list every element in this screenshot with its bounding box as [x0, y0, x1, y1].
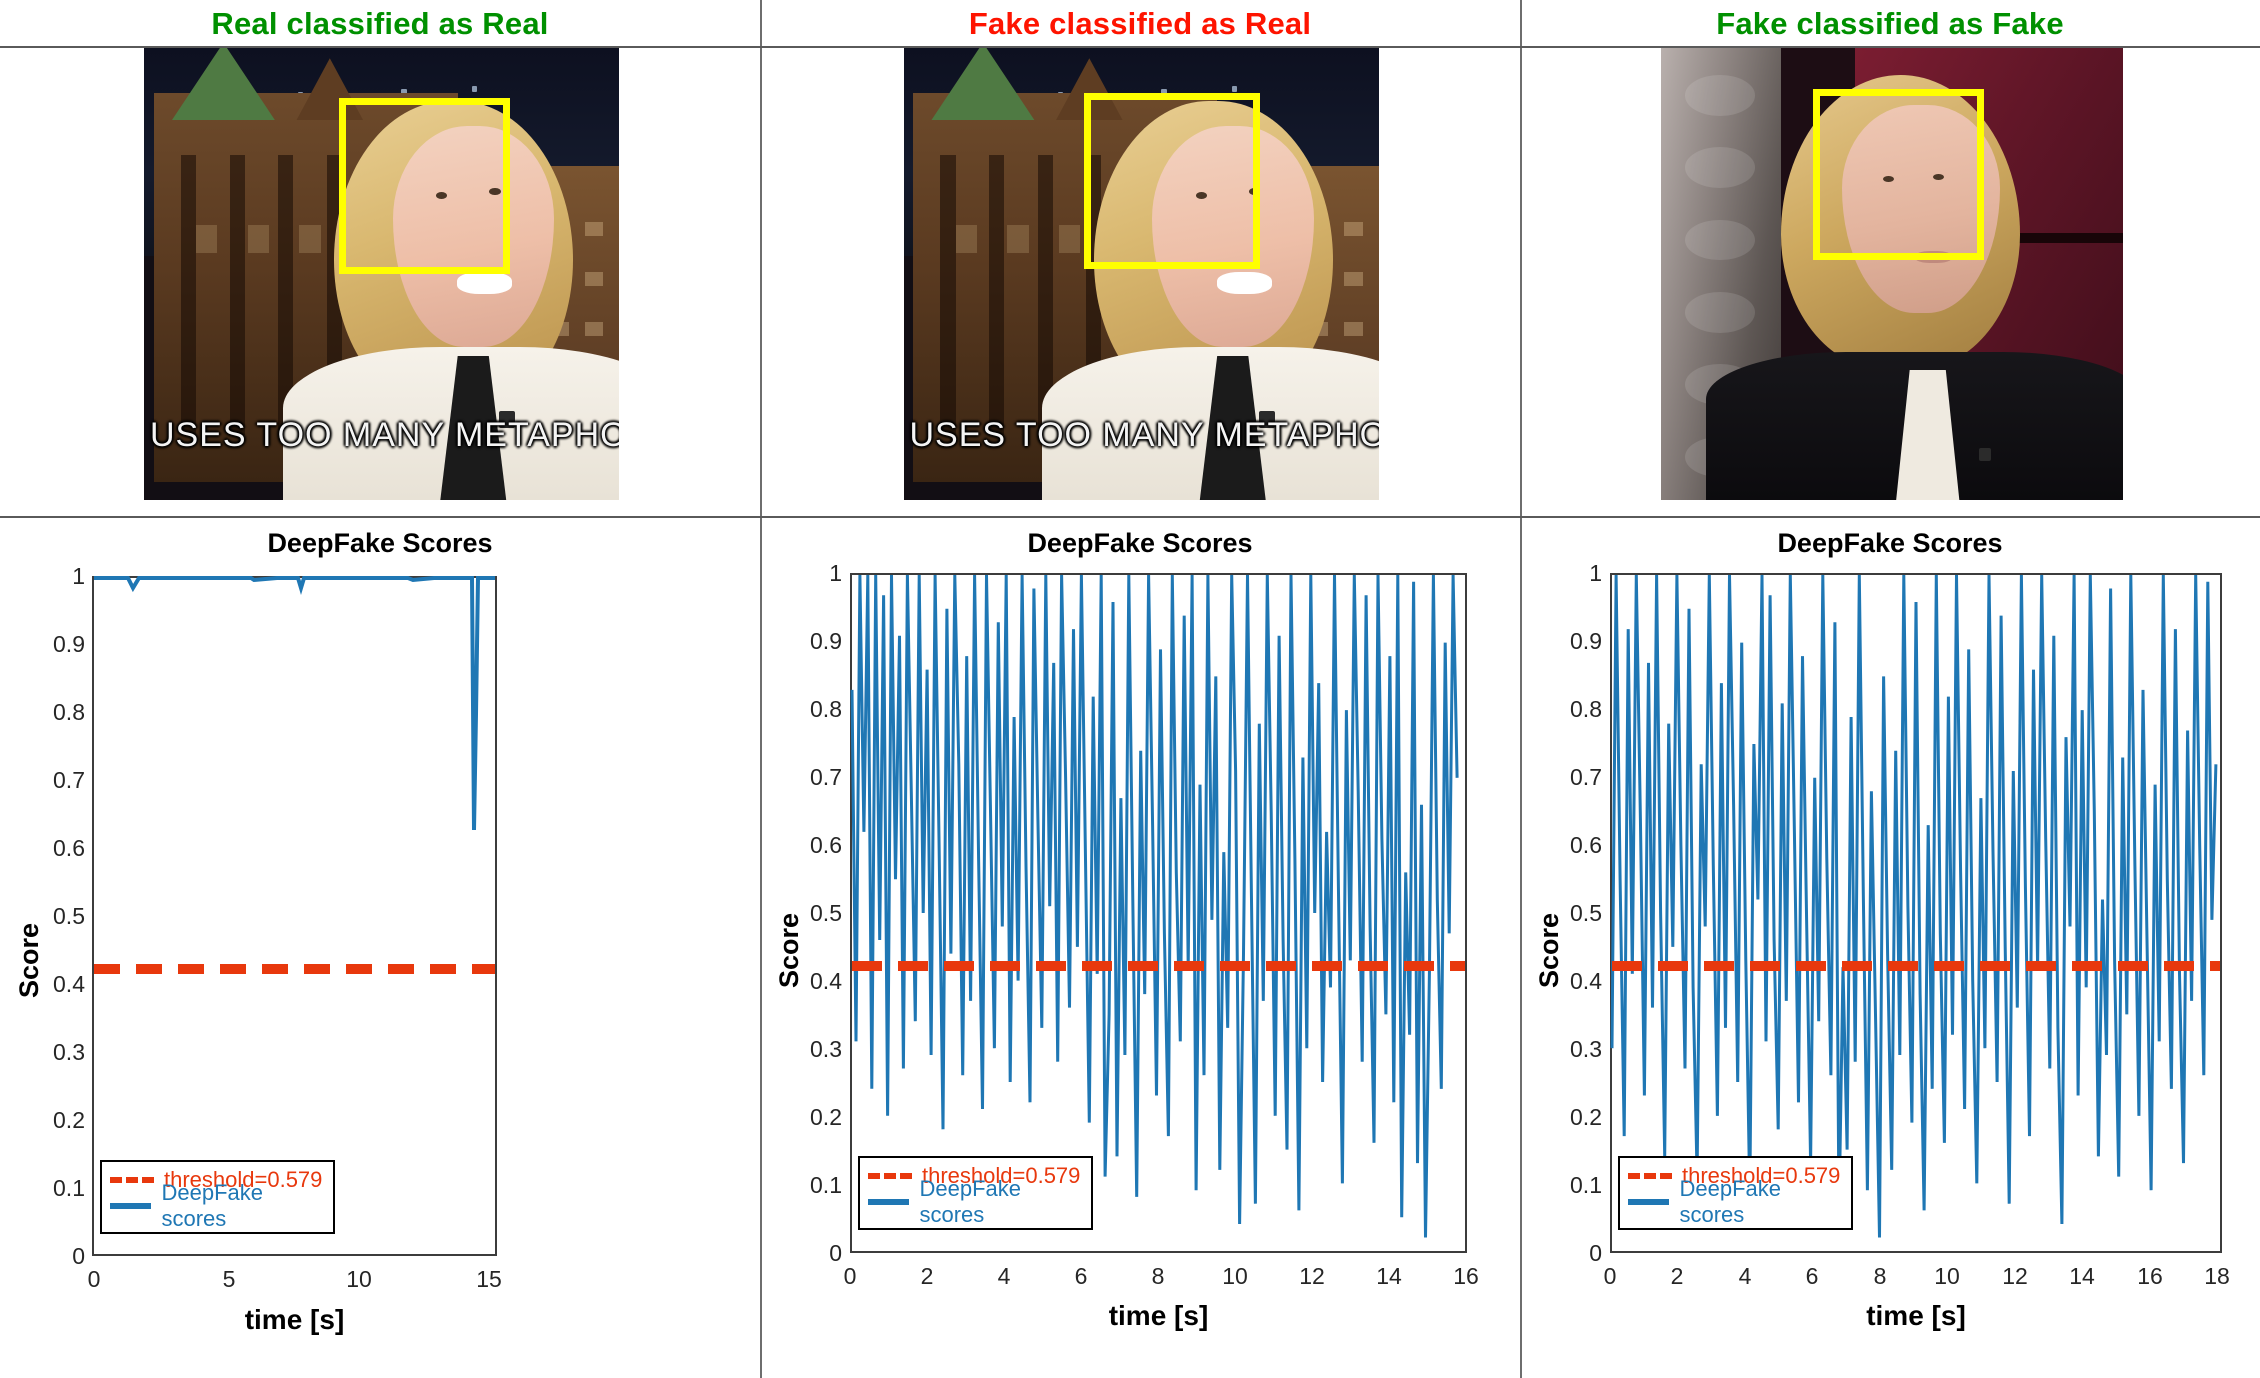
panel-header-label: Fake classified as Fake [1716, 6, 2064, 41]
chart-series-plot [1610, 574, 2220, 1238]
chart-series-plot [850, 574, 1465, 1238]
legend-item-scores: DeepFake scores [868, 1176, 1082, 1227]
threshold-line-swatch [110, 1177, 154, 1183]
legend-item-scores: DeepFake scores [110, 1180, 324, 1231]
chart-legend: threshold=0.579 DeepFake scores [1618, 1156, 1853, 1230]
row-divider [0, 516, 2260, 518]
panel-header-real-real: Real classified as Real [0, 0, 760, 48]
header-divider [0, 46, 2260, 48]
column-separator [1520, 0, 1522, 48]
legend-label-scores: DeepFake scores [1679, 1176, 1781, 1227]
chart-series-plot [94, 576, 495, 974]
video-frame-real: USES TOO MANY METAPHO [144, 48, 619, 500]
x-axis-label: time [s] [1866, 1300, 1966, 1331]
video-frame-cell-3 [1520, 48, 2260, 518]
scores-line-swatch [868, 1199, 910, 1205]
chart-cell-1: DeepFake Scores Score 1 0.9 0.8 0.7 0.6 … [0, 518, 760, 1378]
chart-legend: threshold=0.579 DeepFake scores [100, 1160, 335, 1234]
video-caption: USES TOO MANY METAPHO [150, 415, 619, 454]
scores-line-swatch [1628, 1199, 1670, 1205]
column-separator [760, 0, 762, 48]
legend-label-scores: DeepFake scores [161, 1180, 263, 1231]
column-separator [760, 48, 762, 518]
deepfake-score-line [1610, 574, 2218, 1238]
panel-header-label: Fake classified as Real [968, 6, 1312, 41]
video-frame-fake-as-fake [1661, 48, 2123, 500]
face-bounding-box [1084, 93, 1260, 270]
video-frame-fake-as-real: USES TOO MANY METAPHO [903, 48, 1379, 500]
deepfake-score-line [850, 574, 1459, 1238]
legend-label-scores: DeepFake scores [919, 1176, 1021, 1227]
column-separator [1520, 48, 1522, 518]
panel-header-fake-real: Fake classified as Real [760, 0, 1520, 48]
threshold-line-swatch [868, 1173, 912, 1179]
face-bounding-box [1813, 88, 1985, 261]
face-bounding-box [338, 97, 510, 274]
chart-cell-2: DeepFake Scores Score 1 0.9 0.8 0.7 0.6 … [760, 518, 1520, 1378]
microphone [1979, 447, 1991, 461]
legend-item-scores: DeepFake scores [1628, 1176, 1842, 1227]
chart-legend: threshold=0.579 DeepFake scores [858, 1156, 1093, 1230]
figure-grid: Real classified as Real Fake classified … [0, 0, 2260, 1378]
video-caption: USES TOO MANY METAPHO [909, 415, 1379, 454]
deepfake-score-line [94, 576, 495, 831]
video-frame-cell-2: USES TOO MANY METAPHO [760, 48, 1520, 518]
panel-header-label: Real classified as Real [211, 6, 549, 41]
threshold-line-swatch [1628, 1173, 1672, 1179]
x-axis-label: time [s] [1108, 1300, 1209, 1331]
panel-header-fake-fake: Fake classified as Fake [1520, 0, 2260, 48]
scores-line-swatch [110, 1203, 152, 1209]
video-frame-cell-1: USES TOO MANY METAPHO [0, 48, 760, 518]
chart-cell-3: DeepFake Scores Score 1 0.9 0.8 0.7 0.6 … [1520, 518, 2260, 1378]
x-axis-label: time [s] [244, 1304, 345, 1335]
